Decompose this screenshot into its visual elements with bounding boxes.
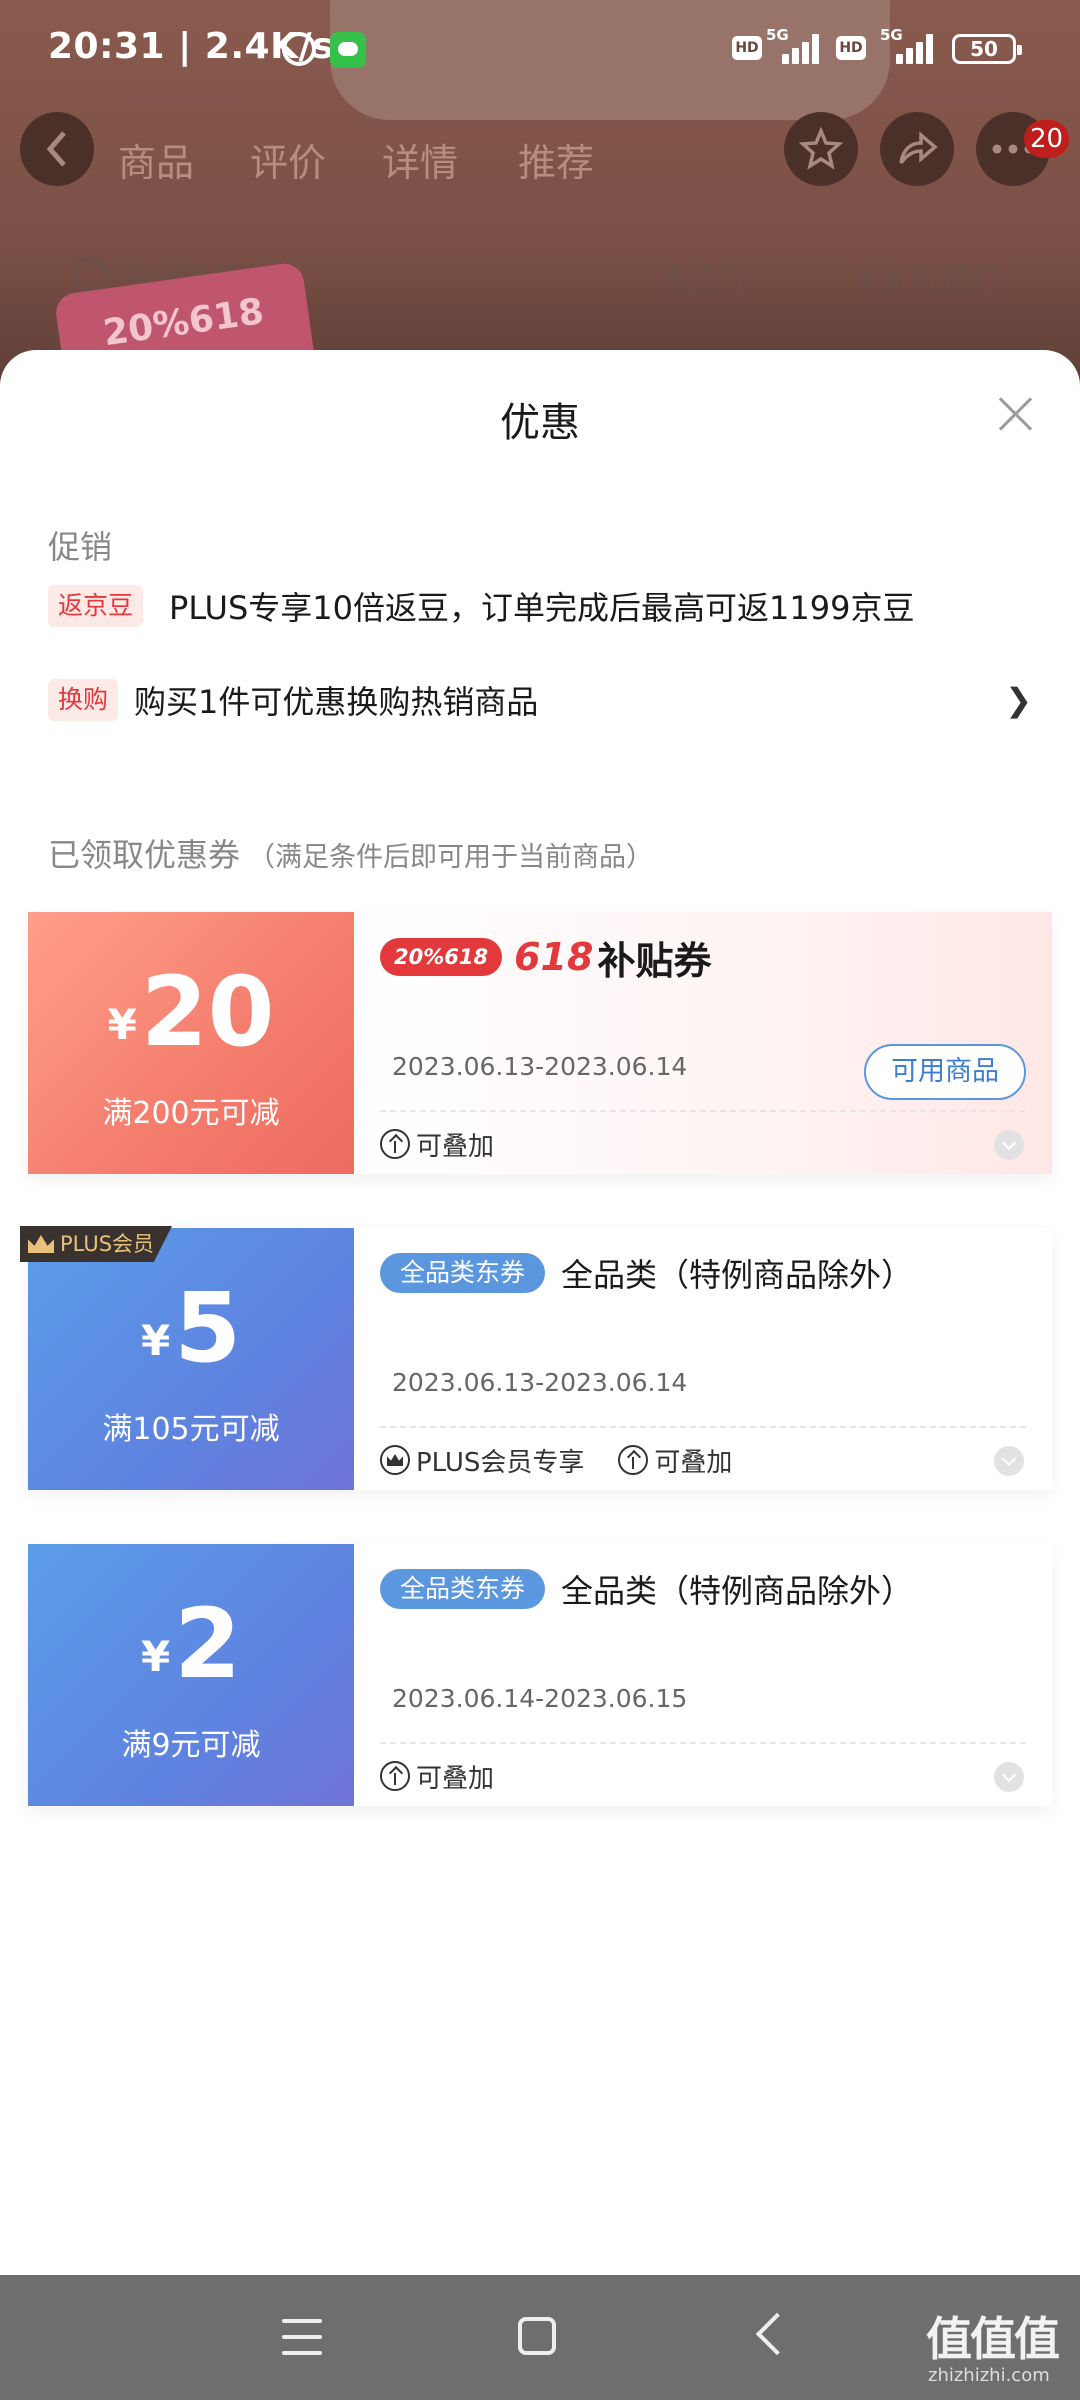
wechat-icon [330, 32, 366, 68]
coupon-condition: 满200元可减 [102, 1096, 280, 1131]
search-tag[interactable]: 吸顶灯 [658, 254, 748, 298]
promotion-text: PLUS专享10倍返豆，订单完成后最高可返1199京豆 [169, 589, 915, 627]
stackable-label: 可叠加 [654, 1447, 733, 1478]
plus-exclusive-label: PLUS会员专享 [416, 1447, 585, 1478]
coupon-date: 2023.06.14-2023.06.15 [392, 1684, 688, 1713]
coupon-category-badge: 全品类东券 [380, 1253, 546, 1293]
coupon-section-note: （满足条件后即可用于当前商品） [248, 842, 654, 873]
coupon-category-badge: 全品类东券 [380, 1569, 546, 1609]
message-count-badge: 20 [1024, 120, 1070, 158]
expand-icon[interactable] [994, 1762, 1024, 1792]
status-bar: 20:31 | 2.4K/s HD 5G HD 5G 50 [0, 0, 1080, 100]
coupon-amount: ¥5 [140, 1272, 242, 1384]
coupon-title-row: 20%618 618 补贴券 [380, 934, 711, 983]
stackable-label: 可叠加 [416, 1763, 495, 1794]
expand-icon[interactable] [994, 1130, 1024, 1160]
coupon-618-tag: 20%618 [380, 938, 503, 976]
coupon-title: 补贴券 [597, 938, 712, 983]
coupon-618-label: 618 [514, 935, 594, 979]
stackable-icon [380, 1129, 410, 1159]
back-button[interactable] [20, 112, 94, 186]
coupon-section-title: 已领取优惠券 （满足条件后即可用于当前商品） [48, 830, 653, 876]
coupon-date: 2023.06.13-2023.06.14 [392, 1052, 688, 1081]
coupon-details: 20%618 618 补贴券 2023.06.13-2023.06.14 可用商… [354, 912, 1052, 1174]
search-tag[interactable]: 米家吸顶灯 [850, 254, 1000, 298]
coupon-card[interactable]: PLUS会员 ¥5 满105元可减 全品类东券 全品类（特例商品除外） 2023… [20, 1226, 1052, 1490]
system-navigation-bar: 值值值 zhizhizhi.com [0, 2275, 1080, 2400]
product-page-background: 20:31 | 2.4K/s HD 5G HD 5G 50 商品 评价 详情 推… [0, 0, 1080, 405]
crown-icon [28, 1235, 54, 1253]
favorite-button[interactable] [784, 112, 858, 186]
close-icon[interactable] [998, 396, 1034, 432]
signal-icon [778, 30, 824, 64]
coupon-amount-panel: ¥20 满200元可减 [28, 912, 354, 1174]
coupon-title-row: 全品类东券 全品类（特例商品除外） [380, 1566, 913, 1612]
coupon-condition: 满9元可减 [121, 1728, 261, 1763]
alarm-icon [282, 32, 316, 66]
tab-details[interactable]: 详情 [382, 132, 458, 187]
coupon-details: 全品类东券 全品类（特例商品除外） 2023.06.13-2023.06.14 … [354, 1228, 1052, 1490]
sheet-title: 优惠 [500, 400, 580, 446]
coupon-condition: 满105元可减 [102, 1412, 280, 1447]
promotion-text: 购买1件可优惠换购热销商品 [134, 683, 539, 721]
coupon-amount: ¥20 [107, 956, 275, 1068]
coupon-features: 可叠加 [380, 1126, 528, 1162]
product-top-nav: 商品 评价 详情 推荐 [0, 112, 1080, 198]
coupon-features: PLUS会员专享 可叠加 [380, 1442, 766, 1478]
promotion-item: 返京豆 PLUS专享10倍返豆，订单完成后最高可返1199京豆 [48, 576, 1032, 636]
coupon-amount: ¥2 [140, 1588, 242, 1700]
tab-product[interactable]: 商品 [118, 132, 194, 187]
hd-icon: HD [836, 36, 866, 60]
plus-member-ribbon: PLUS会员 [20, 1226, 173, 1262]
back-icon[interactable] [755, 2312, 799, 2356]
battery-icon: 50 [952, 34, 1022, 64]
chevron-left-icon [46, 131, 66, 167]
promotion-item-exchange[interactable]: 换购 购买1件可优惠换购热销商品 ❯ [48, 670, 1032, 730]
plus-crown-icon [380, 1445, 410, 1475]
coupon-details: 全品类东券 全品类（特例商品除外） 2023.06.14-2023.06.15 … [354, 1544, 1052, 1806]
expand-icon[interactable] [994, 1446, 1024, 1476]
stackable-label: 可叠加 [416, 1131, 495, 1162]
coupon-section-label: 已领取优惠券 [48, 836, 241, 874]
promotion-badge: 换购 [48, 679, 119, 721]
recent-apps-icon[interactable] [282, 2319, 322, 2355]
signal-icon [892, 30, 938, 64]
coupon-features: 可叠加 [380, 1758, 528, 1794]
hd-icon: HD [732, 36, 762, 60]
coupon-amount-panel: ¥2 满9元可减 [28, 1544, 354, 1806]
search-icon [72, 256, 108, 292]
usable-products-button[interactable]: 可用商品 [864, 1044, 1026, 1100]
coupon-title-row: 全品类东券 全品类（特例商品除外） [380, 1250, 913, 1296]
tab-reviews[interactable]: 评价 [250, 132, 326, 187]
promotion-badge: 返京豆 [48, 585, 144, 627]
chevron-right-icon: ❯ [1005, 681, 1032, 719]
watermark-logo: 值值值 [926, 2312, 1060, 2366]
star-icon [799, 127, 843, 170]
home-icon[interactable] [518, 2317, 556, 2355]
coupon-card[interactable]: ¥20 满200元可减 20%618 618 补贴券 2023.06.13-20… [28, 912, 1052, 1174]
share-button[interactable] [880, 112, 954, 186]
coupon-title: 全品类（特例商品除外） [561, 1572, 914, 1610]
stackable-icon [618, 1445, 649, 1475]
share-icon [899, 131, 938, 165]
coupon-amount-panel: ¥5 满105元可减 [28, 1228, 354, 1490]
stackable-icon [380, 1761, 410, 1791]
watermark-url: zhizhizhi.com [928, 2365, 1050, 2386]
discount-sheet: 优惠 促销 返京豆 PLUS专享10倍返豆，订单完成后最高可返1199京豆 换购… [0, 350, 1080, 2275]
tab-recommend[interactable]: 推荐 [518, 132, 594, 187]
coupon-title: 全品类（特例商品除外） [561, 1256, 914, 1294]
coupon-date: 2023.06.13-2023.06.14 [392, 1368, 688, 1397]
promotion-section-title: 促销 [48, 528, 113, 566]
coupon-card[interactable]: ¥2 满9元可减 全品类东券 全品类（特例商品除外） 2023.06.14-20… [28, 1544, 1052, 1806]
